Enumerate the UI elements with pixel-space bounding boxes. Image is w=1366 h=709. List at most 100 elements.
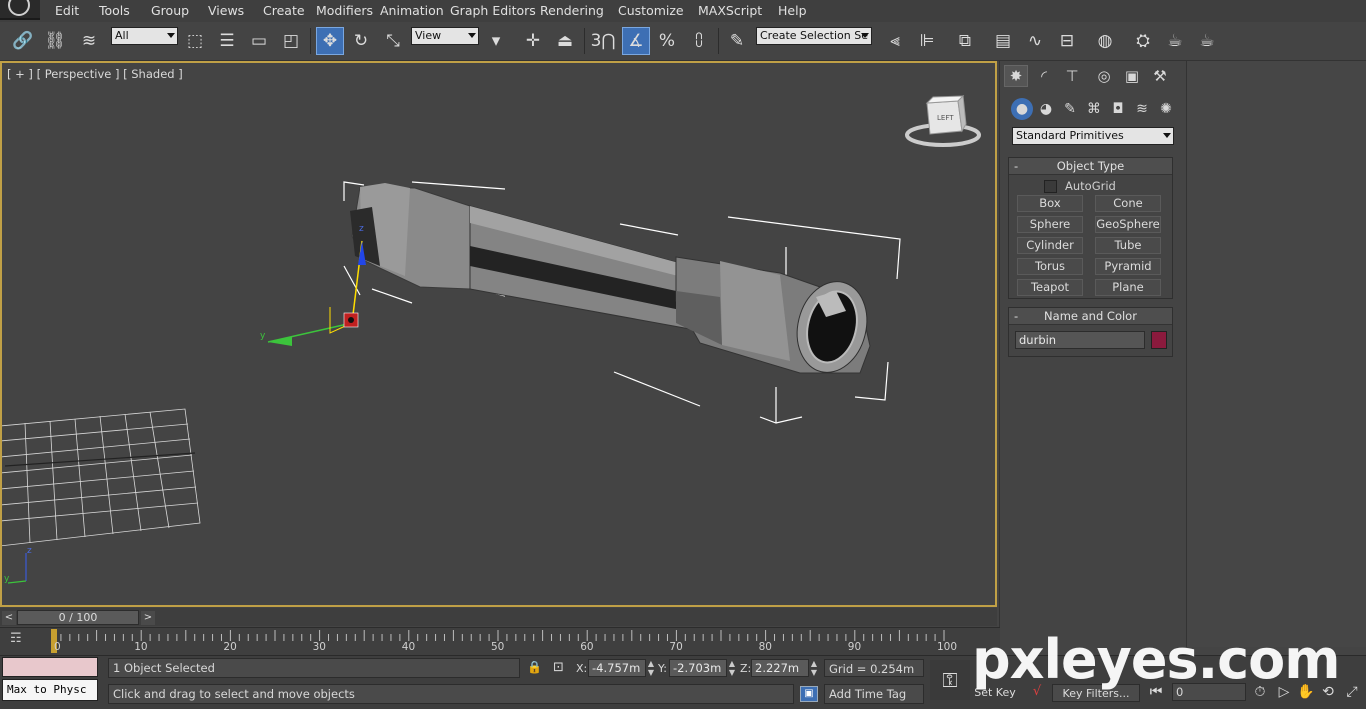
collapse-icon: - bbox=[1014, 309, 1019, 323]
select-and-scale-icon[interactable]: ⤡ bbox=[380, 28, 406, 54]
select-by-name-icon[interactable]: ☰ bbox=[214, 28, 240, 54]
maximize-viewport-icon[interactable]: ⤢ bbox=[1342, 682, 1362, 702]
app-logo-icon bbox=[8, 0, 30, 16]
menu-edit[interactable]: Edit bbox=[55, 3, 79, 18]
cameras-category-icon[interactable]: ⌘ bbox=[1083, 98, 1105, 120]
box-button[interactable]: Box bbox=[1017, 195, 1083, 212]
time-slider-thumb[interactable]: 0 / 100 bbox=[17, 610, 139, 625]
tube-button[interactable]: Tube bbox=[1095, 237, 1161, 254]
z-spinner-icon[interactable]: ▲ ▼ bbox=[810, 659, 818, 677]
pyramid-button[interactable]: Pyramid bbox=[1095, 258, 1161, 275]
lights-category-icon[interactable]: ✎ bbox=[1059, 98, 1081, 120]
window-crossing-icon[interactable]: ◰ bbox=[278, 28, 304, 54]
toolbar-divider bbox=[718, 28, 719, 54]
percent-snap-toggle-icon[interactable]: % bbox=[654, 28, 680, 54]
absolute-mode-icon[interactable]: ⊡ bbox=[553, 660, 567, 676]
object-color-swatch[interactable] bbox=[1151, 331, 1167, 349]
curve-editor-icon[interactable]: ∿ bbox=[1022, 28, 1048, 54]
grid-axis-line bbox=[4, 452, 196, 467]
object-type-rollout-header[interactable]: - Object Type bbox=[1009, 158, 1172, 175]
z-coord-field[interactable]: 2.227m bbox=[751, 659, 809, 677]
systems-category-icon[interactable]: ✺ bbox=[1155, 98, 1177, 120]
maxscript-listener-output[interactable] bbox=[2, 657, 98, 677]
angle-snap-toggle-icon[interactable]: ∡ bbox=[622, 27, 650, 55]
menu-create[interactable]: Create bbox=[263, 3, 305, 18]
autogrid-checkbox[interactable] bbox=[1044, 180, 1057, 193]
display-panel-tab-icon[interactable]: ▣ bbox=[1120, 65, 1144, 87]
bind-to-space-warp-icon[interactable]: ≋ bbox=[76, 28, 102, 54]
cylinder-button[interactable]: Cylinder bbox=[1017, 237, 1083, 254]
time-slider-prev-button[interactable]: < bbox=[2, 611, 16, 625]
render-production-icon[interactable]: ☕ bbox=[1194, 28, 1220, 54]
helpers-category-icon[interactable]: ◘ bbox=[1107, 98, 1129, 120]
maxscript-listener-input[interactable]: Max to Physc bbox=[2, 679, 98, 701]
snaps-toggle-icon[interactable]: 3 ⋂ bbox=[590, 28, 616, 54]
x-coord-field[interactable]: -4.757m bbox=[588, 659, 646, 677]
toolbar-divider bbox=[310, 28, 311, 54]
mirror-icon[interactable]: ⫷ bbox=[882, 28, 908, 54]
z-coord-label: Z: bbox=[740, 662, 752, 675]
viewcube-face-label: LEFT bbox=[937, 114, 954, 122]
x-spinner-icon[interactable]: ▲ ▼ bbox=[647, 659, 655, 677]
y-coord-field[interactable]: -2.703m bbox=[669, 659, 727, 677]
menu-modifiers[interactable]: Modifiers bbox=[316, 3, 373, 18]
modify-panel-tab-icon[interactable]: ◜ bbox=[1032, 65, 1056, 87]
select-manipulate-icon[interactable]: ✛ bbox=[520, 28, 546, 54]
perspective-viewport[interactable]: [ + ] [ Perspective ] [ Shaded ] z y z y… bbox=[0, 61, 997, 607]
select-and-rotate-icon[interactable]: ↻ bbox=[348, 28, 374, 54]
pivot-center-icon[interactable]: ▾ bbox=[483, 28, 509, 54]
named-selection-dropdown[interactable]: Create Selection Se bbox=[756, 27, 872, 45]
keyboard-shortcut-override-icon[interactable]: ⏏ bbox=[552, 28, 578, 54]
cone-button[interactable]: Cone bbox=[1095, 195, 1161, 212]
set-keys-key-icon[interactable]: ⚿ bbox=[930, 660, 970, 700]
align-icon[interactable]: ⊫ bbox=[914, 28, 940, 54]
sphere-button[interactable]: Sphere bbox=[1017, 216, 1083, 233]
motion-panel-tab-icon[interactable]: ◎ bbox=[1092, 65, 1116, 87]
schematic-view-icon[interactable]: ⊟ bbox=[1054, 28, 1080, 54]
home-grid bbox=[2, 408, 201, 547]
ribbon-toggle-icon[interactable]: ▤ bbox=[990, 28, 1016, 54]
menu-views[interactable]: Views bbox=[208, 3, 244, 18]
rectangular-selection-icon[interactable]: ▭ bbox=[246, 28, 272, 54]
unlink-selection-icon[interactable]: ⛓ bbox=[42, 28, 68, 54]
create-panel-tab-icon[interactable]: ✸ bbox=[1004, 65, 1028, 87]
render-setup-icon[interactable]: ⛭ bbox=[1130, 28, 1156, 54]
menu-group[interactable]: Group bbox=[151, 3, 189, 18]
menu-rendering[interactable]: Rendering bbox=[540, 3, 604, 18]
geometry-category-icon[interactable]: ● bbox=[1011, 98, 1033, 120]
select-object-icon[interactable]: ⬚ bbox=[182, 28, 208, 54]
rendered-frame-window-icon[interactable]: ☕ bbox=[1162, 28, 1188, 54]
menu-tools[interactable]: Tools bbox=[99, 3, 130, 18]
menu-customize[interactable]: Customize bbox=[618, 3, 684, 18]
name-and-color-rollout-header[interactable]: - Name and Color bbox=[1009, 308, 1172, 325]
menu-graph-editors[interactable]: Graph Editors bbox=[450, 3, 536, 18]
plane-button[interactable]: Plane bbox=[1095, 279, 1161, 296]
layer-manager-icon[interactable]: ⧉ bbox=[952, 28, 978, 54]
app-logo-button[interactable] bbox=[0, 0, 40, 20]
shapes-category-icon[interactable]: ◕ bbox=[1035, 98, 1057, 120]
selection-lock-icon[interactable]: 🔒 bbox=[527, 660, 542, 676]
mini-curve-editor-icon[interactable]: ☶ bbox=[10, 631, 32, 649]
material-editor-icon[interactable]: ◍ bbox=[1092, 28, 1118, 54]
menu-help[interactable]: Help bbox=[778, 3, 807, 18]
primitive-category-dropdown[interactable]: Standard Primitives bbox=[1012, 127, 1174, 145]
select-and-move-icon[interactable]: ✥ bbox=[316, 27, 344, 55]
edit-named-selection-icon[interactable]: ✎ bbox=[724, 28, 750, 54]
menu-maxscript[interactable]: MAXScript bbox=[698, 3, 762, 18]
adaptive-degradation-icon[interactable]: ▣ bbox=[800, 686, 818, 702]
spinner-snap-toggle-icon[interactable]: ⩇ bbox=[686, 28, 712, 54]
time-slider-next-button[interactable]: > bbox=[141, 611, 155, 625]
torus-button[interactable]: Torus bbox=[1017, 258, 1083, 275]
teapot-button[interactable]: Teapot bbox=[1017, 279, 1083, 296]
utilities-panel-tab-icon[interactable]: ⚒ bbox=[1148, 65, 1172, 87]
reference-coordinate-dropdown[interactable]: View bbox=[411, 27, 479, 45]
menu-animation[interactable]: Animation bbox=[380, 3, 444, 18]
add-time-tag-button[interactable]: Add Time Tag bbox=[824, 684, 924, 704]
object-name-field[interactable]: durbin bbox=[1015, 331, 1145, 349]
selection-filter-dropdown[interactable]: All bbox=[111, 27, 178, 45]
geosphere-button[interactable]: GeoSphere bbox=[1095, 216, 1161, 233]
y-spinner-icon[interactable]: ▲ ▼ bbox=[728, 659, 736, 677]
select-and-link-icon[interactable]: 🔗 bbox=[10, 28, 36, 54]
hierarchy-panel-tab-icon[interactable]: ⊤ bbox=[1060, 65, 1084, 87]
space-warps-category-icon[interactable]: ≋ bbox=[1131, 98, 1153, 120]
